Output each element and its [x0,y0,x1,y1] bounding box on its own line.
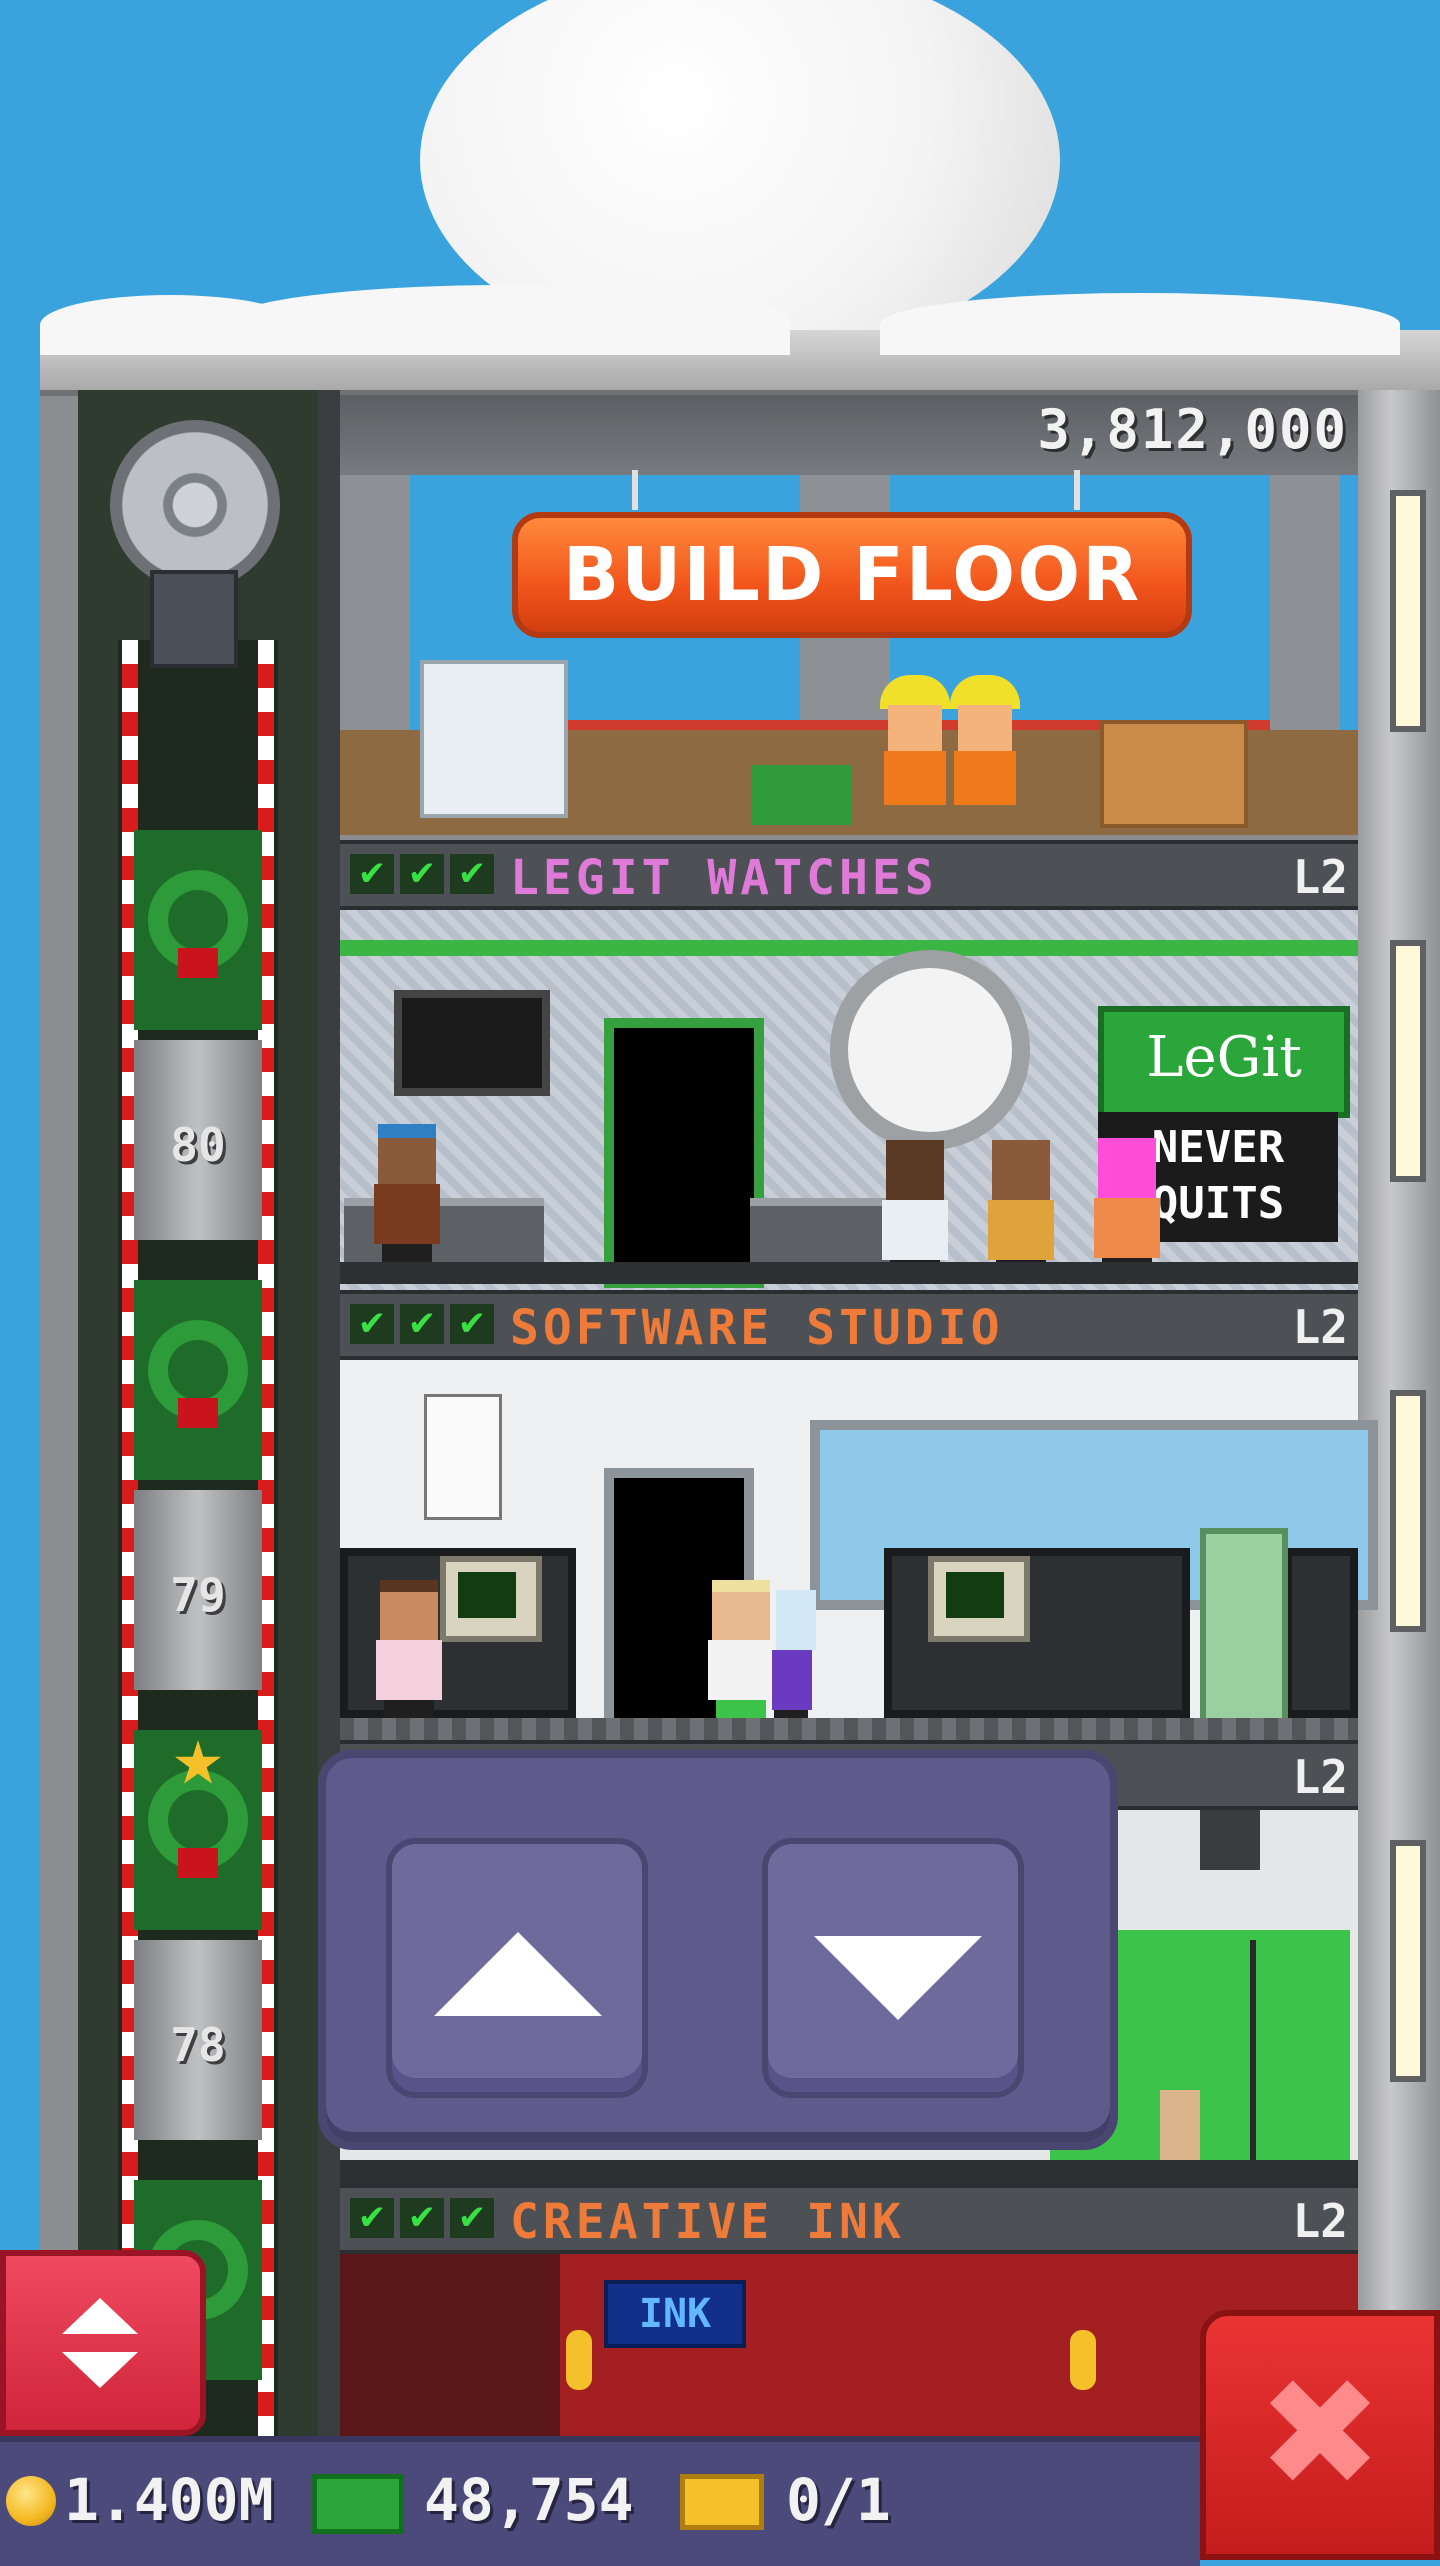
coins-value: 1.400M [64,2466,274,2534]
elevator-floor-number: 78 [170,2018,226,2072]
floor-line [340,1262,1358,1284]
doorway [604,1018,764,1288]
down-arrow-icon [62,2352,138,2388]
filing-cabinet [1200,1528,1288,1730]
check-icon: ✔ [350,854,394,894]
bux-value: 0/1 [786,2466,891,2534]
coin-icon [6,2476,56,2526]
check-icon: ✔ [450,1304,494,1344]
employee[interactable] [706,1580,776,1720]
build-floor-cost: 3,812,000 [1037,398,1348,461]
bow-icon [178,1848,218,1878]
floor-name: LEGIT WATCHES [510,850,938,906]
light-stand [1250,1940,1256,2160]
customer[interactable] [372,1124,442,1264]
floor-line [340,2160,1358,2184]
wall-stripe [340,940,1358,956]
floor-name: SOFTWARE STUDIO [510,1300,1004,1356]
elevator-wreath-cell [134,1280,262,1480]
employee[interactable] [770,1590,820,1730]
floor-stars: ✔ ✔ ✔ [350,2198,494,2238]
floor-level: L2 [1292,1300,1348,1354]
floor-level: L2 [1292,850,1348,904]
cash-value: 48,754 [424,2466,634,2534]
bow-icon [178,1398,218,1428]
elevator-floor-cell[interactable]: 80 [134,1040,262,1240]
employee[interactable] [986,1140,1056,1280]
elevator-toggle-button[interactable] [0,2250,206,2436]
construction-worker [880,675,950,805]
bux-ticket-icon [680,2474,764,2530]
computer-monitor-icon [440,1556,542,1642]
wooden-crate [1100,720,1248,828]
elevator-wreath-cell [134,1730,262,1930]
employee[interactable] [1092,1138,1162,1278]
tv-icon [394,990,550,1096]
room-wall-dark [340,2254,560,2444]
chair-icon [1160,2090,1200,2160]
sign-wire [632,470,638,510]
calendar-icon [424,1394,502,1520]
studio-lamp-icon [1200,1810,1260,1870]
floor-stars: ✔ ✔ ✔ [350,1304,494,1344]
legit-logo-sign: LeGit [1098,1006,1350,1118]
cash-icon [312,2474,404,2534]
elevator-pulley-icon [110,420,280,590]
build-floor-button[interactable]: BUILD FLOOR [512,512,1192,638]
check-icon: ✔ [400,854,444,894]
employee[interactable] [374,1580,444,1720]
check-icon: ✔ [400,1304,444,1344]
check-icon: ✔ [350,1304,394,1344]
arrow-up-icon [434,1932,602,2016]
floor-label-software-studio[interactable]: ✔ ✔ ✔ SOFTWARE STUDIO L2 [340,1290,1358,1360]
office-desk [1284,1548,1358,1718]
elevator-floor-number: 80 [170,1118,226,1172]
sign-wire [1074,470,1080,510]
floor-level: L2 [1292,2194,1348,2248]
check-icon: ✔ [400,2198,444,2238]
check-icon: ✔ [450,2198,494,2238]
computer-monitor-icon [928,1556,1030,1642]
floor-label-creative-ink[interactable]: ✔ ✔ ✔ CREATIVE INK L2 [340,2184,1358,2254]
bow-icon [178,948,218,978]
window-light [1390,1840,1426,2082]
construction-worker [950,675,1020,805]
floor-name: CREATIVE INK [510,2194,905,2250]
window-light [1390,940,1426,1182]
floor-line [340,1718,1358,1740]
clock-icon [830,950,1030,1150]
toolbox-icon [752,765,852,825]
elevator-up-button[interactable] [386,1838,648,2098]
check-icon: ✔ [450,854,494,894]
elevator-floor-cell[interactable]: 78 [134,1940,262,2140]
lamp-icon [566,2330,592,2390]
check-icon: ✔ [350,2198,394,2238]
elevator-control-panel [318,1750,1118,2150]
up-arrow-icon [62,2298,138,2334]
elevator-wreath-cell [134,830,262,1030]
lamp-icon [1070,2330,1096,2390]
window-light [1390,490,1426,732]
elevator-floor-cell[interactable]: 79 [134,1490,262,1690]
ink-sign: INK [604,2280,746,2348]
arrow-down-icon [814,1936,982,2020]
close-button[interactable]: ✖ [1200,2310,1440,2560]
employee[interactable] [880,1140,950,1280]
wrapped-crate [420,660,568,818]
floor-level: L2 [1292,1750,1348,1804]
floor-stars: ✔ ✔ ✔ [350,854,494,894]
floor-label-legit-watches[interactable]: ✔ ✔ ✔ LEGIT WATCHES L2 [340,840,1358,910]
elevator-down-button[interactable] [762,1838,1024,2098]
elevator-floor-number: 79 [170,1568,226,1622]
window-light [1390,1390,1426,1632]
elevator-motor [150,570,238,668]
roof-snow [0,275,1440,355]
